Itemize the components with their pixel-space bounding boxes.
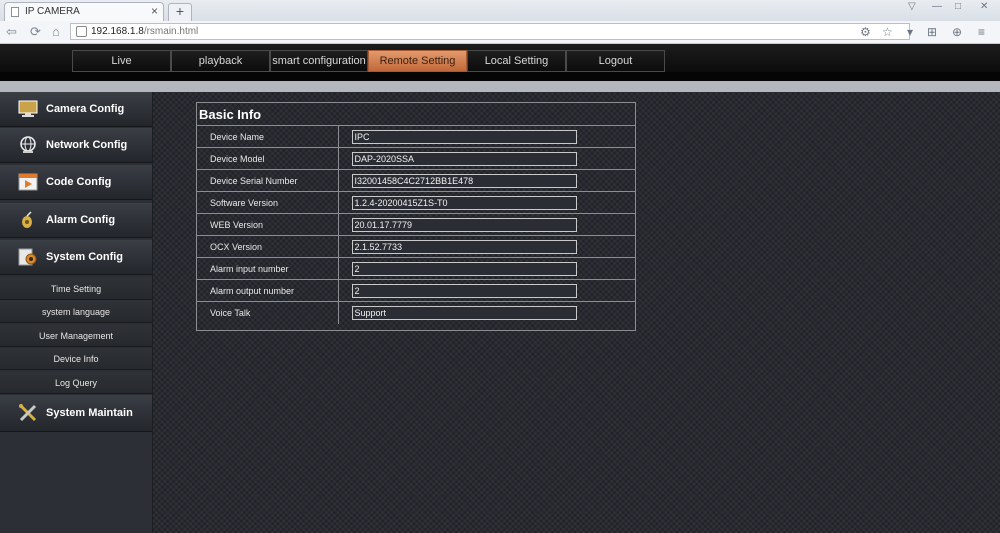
- table-row: WEB Version: [197, 213, 635, 236]
- device-name-field[interactable]: [351, 129, 577, 144]
- alarm-input-field[interactable]: [351, 261, 577, 276]
- url-path: /rsmain.html: [143, 26, 199, 37]
- sidebar-network-config-label: Network Config: [46, 139, 128, 151]
- ocx-version-field[interactable]: [351, 239, 577, 254]
- header-separator: [0, 81, 1000, 92]
- serial-number-field[interactable]: [351, 173, 577, 188]
- page-info-icon[interactable]: [76, 26, 87, 37]
- sidebar-system-config[interactable]: System Config: [0, 240, 152, 275]
- address-bar: ⇦ ⟳ ⌂ 192.168.1.8/rsmain.html ⚙ ☆ ▾ ⊞ ⊕ …: [0, 21, 1000, 44]
- browser-tab[interactable]: IP CAMERA ×: [4, 2, 164, 21]
- table-row: OCX Version: [197, 235, 635, 258]
- url-host: 192.168.1.8: [91, 26, 144, 37]
- table-row: Alarm input number: [197, 257, 635, 280]
- sidebar-alarm-config-label: Alarm Config: [46, 214, 116, 226]
- sidebar-code-config-label: Code Config: [46, 176, 112, 188]
- video-play-icon: [18, 173, 38, 191]
- home-icon[interactable]: ⌂: [52, 24, 60, 40]
- sidebar-camera-config-label: Camera Config: [46, 103, 125, 115]
- globe-icon: [20, 136, 36, 153]
- device-model-label: Device Model: [197, 147, 339, 170]
- page-icon: [11, 7, 19, 17]
- nav-local-setting[interactable]: Local Setting: [467, 50, 566, 72]
- sidebar-alarm-config[interactable]: Alarm Config: [0, 203, 152, 238]
- back-icon[interactable]: ⇦: [6, 24, 17, 40]
- browser-tab-bar: IP CAMERA × + ▽ — □ ✕: [0, 0, 1000, 22]
- compat-icon[interactable]: ⚙: [860, 24, 871, 40]
- alarm-input-label: Alarm input number: [197, 257, 339, 280]
- table-row: Software Version: [197, 191, 635, 214]
- serial-number-label: Device Serial Number: [197, 169, 339, 192]
- sidebar-camera-config[interactable]: Camera Config: [0, 92, 152, 127]
- sidebar-system-maintain-label: System Maintain: [46, 407, 133, 419]
- grid-icon[interactable]: ⊞: [927, 24, 937, 40]
- main-content: Basic Info Device Name Device Model Devi…: [153, 92, 1000, 533]
- url-field[interactable]: 192.168.1.8/rsmain.html: [70, 23, 910, 40]
- menu-icon[interactable]: ≡: [978, 24, 985, 40]
- sidebar-system-config-label: System Config: [46, 251, 124, 263]
- sidebar-item-log-query[interactable]: Log Query: [0, 372, 152, 394]
- web-version-label: WEB Version: [197, 213, 339, 236]
- voice-talk-field[interactable]: [351, 305, 577, 320]
- alarm-output-field[interactable]: [351, 283, 577, 298]
- basic-info-table: Device Name Device Model Device Serial N…: [197, 125, 635, 324]
- zoom-icon[interactable]: ⊕: [952, 24, 962, 40]
- software-version-field[interactable]: [351, 195, 577, 210]
- device-name-label: Device Name: [197, 125, 339, 148]
- sidebar-item-system-language[interactable]: system language: [0, 301, 152, 323]
- table-row: Device Name: [197, 125, 635, 148]
- minimize-icon[interactable]: —: [932, 1, 942, 13]
- nav-playback[interactable]: playback: [171, 50, 270, 72]
- top-navigation: Live playback smart configuration Remote…: [0, 44, 1000, 81]
- table-row: Voice Talk: [197, 301, 635, 324]
- sidebar-code-config[interactable]: Code Config: [0, 165, 152, 200]
- ocx-version-label: OCX Version: [197, 235, 339, 258]
- sidebar-item-time-setting[interactable]: Time Setting: [0, 278, 152, 300]
- basic-info-panel: Basic Info Device Name Device Model Devi…: [196, 102, 636, 331]
- extension-icon[interactable]: ▽: [908, 1, 916, 13]
- tools-icon: [19, 404, 37, 422]
- new-tab-button[interactable]: +: [168, 3, 192, 21]
- browser-tab-title: IP CAMERA: [25, 6, 80, 17]
- software-version-label: Software Version: [197, 191, 339, 214]
- web-version-field[interactable]: [351, 217, 577, 232]
- dropdown-icon[interactable]: ▾: [907, 24, 913, 40]
- nav-remote-setting[interactable]: Remote Setting: [368, 50, 467, 72]
- nav-live[interactable]: Live: [72, 50, 171, 72]
- gear-icon: [18, 248, 37, 266]
- device-model-field[interactable]: [351, 151, 577, 166]
- sidebar-system-maintain[interactable]: System Maintain: [0, 395, 152, 432]
- sidebar-network-config[interactable]: Network Config: [0, 128, 152, 163]
- panel-title: Basic Info: [199, 107, 262, 122]
- sidebar: Camera Config Network Config Code Config…: [0, 92, 153, 533]
- table-row: Device Serial Number: [197, 169, 635, 192]
- nav-smart-configuration[interactable]: smart configuration: [270, 50, 368, 72]
- nav-logout[interactable]: Logout: [566, 50, 665, 72]
- monitor-icon: [18, 100, 38, 117]
- bookmark-star-icon[interactable]: ☆: [882, 24, 893, 40]
- forward-icon[interactable]: ⟳: [30, 24, 41, 40]
- alarm-output-label: Alarm output number: [197, 279, 339, 302]
- table-row: Device Model: [197, 147, 635, 170]
- nav-bottom-strip: [0, 72, 1000, 81]
- close-window-icon[interactable]: ✕: [980, 1, 988, 13]
- alarm-bell-icon: [22, 211, 32, 228]
- close-tab-icon[interactable]: ×: [151, 3, 158, 20]
- table-row: Alarm output number: [197, 279, 635, 302]
- sidebar-item-device-info[interactable]: Device Info: [0, 348, 152, 370]
- maximize-icon[interactable]: □: [955, 1, 961, 13]
- voice-talk-label: Voice Talk: [197, 301, 339, 324]
- sidebar-item-user-management[interactable]: User Management: [0, 325, 152, 347]
